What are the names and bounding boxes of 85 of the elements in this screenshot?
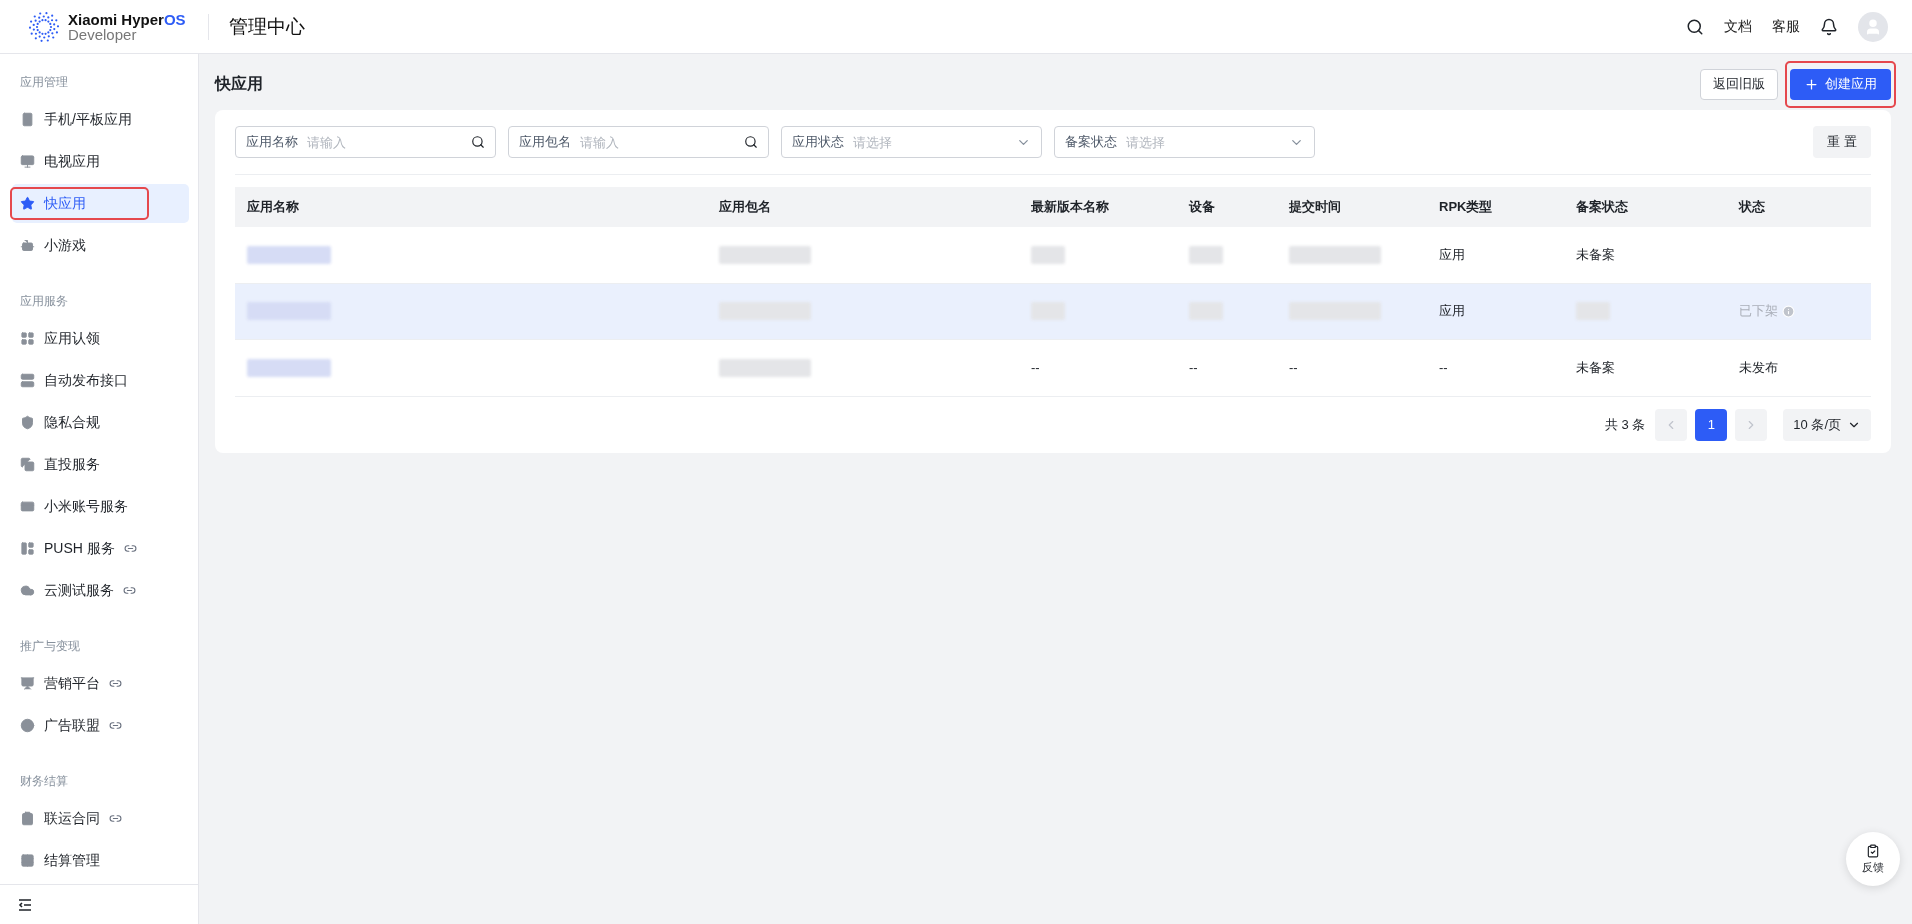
column-header: 提交时间 [1289,198,1342,216]
header-link[interactable]: 文档 [1724,17,1752,36]
search-icon [471,135,485,149]
search-filter[interactable]: 应用包名 请输入 [508,126,769,158]
sidebar-item[interactable]: 营销平台 [12,664,189,703]
feedback-button[interactable]: 反馈 [1846,832,1900,886]
column-header: 最新版本名称 [1031,198,1110,216]
sidebar-group-label: 应用服务 [19,294,69,309]
page-size-select[interactable]: 10 条/页 [1783,408,1871,441]
table-row[interactable]: 应用 已下架 [235,283,1871,340]
header-title: 管理中心 [228,14,305,39]
table-cell-text: 未备案 [1576,358,1616,377]
column-header: 设备 [1189,198,1216,216]
sidebar-item-icon [20,718,35,733]
table-cell-text: 未发布 [1739,358,1779,377]
table-cell-text: -- [1189,360,1199,376]
sidebar-item[interactable]: 自动发布接口 [12,361,189,400]
table-cell: 已下架 [1739,302,1778,321]
table-cell-text: 未备案 [1576,245,1616,264]
column-header: 应用包名 [719,198,772,216]
sidebar-item-icon [20,811,35,826]
sidebar-item-icon [20,499,35,514]
sidebar-item-icon [20,238,35,253]
sidebar-item-icon [20,154,35,169]
sidebar-item-icon [20,457,35,472]
sidebar-item[interactable]: 广告联盟 [12,706,189,745]
sidebar-item-icon [20,415,35,430]
old-version-button[interactable]: 返回旧版 [1700,68,1778,100]
sidebar-item[interactable]: 云测试服务 [12,571,189,610]
create-app-button[interactable]: 创建应用 [1790,68,1891,100]
sidebar-item[interactable]: 联运合同 [12,799,189,838]
table-cell-text: -- [1289,360,1299,376]
filter-label: 备案状态 [1065,133,1117,151]
table-cell-text: -- [1439,360,1449,376]
column-header: 应用名称 [247,198,300,216]
logo-subtitle: Developer [68,26,137,42]
page-title: 快应用 [215,73,263,94]
sidebar-item[interactable]: 快应用 [12,184,189,223]
sidebar-group-label: 财务结算 [19,774,69,789]
logo-title: Xiaomi HyperOS [68,11,186,27]
search-filter[interactable]: 应用名称 请输入 [235,126,496,158]
table-cell-text: 应用 [1439,245,1466,264]
sidebar-item[interactable]: 隐私合规 [12,403,189,442]
select-filter[interactable]: 备案状态 请选择 [1054,126,1315,158]
sidebar-item-icon [20,373,35,388]
collapse-sidebar-icon[interactable] [18,898,32,911]
blurred-text [1031,245,1065,264]
notification-bell-icon[interactable] [1820,17,1838,36]
sidebar-group-label: 应用管理 [19,75,69,90]
sidebar-item[interactable]: 小游戏 [12,226,189,265]
search-icon[interactable] [1686,17,1704,36]
table-cell-text: -- [1031,360,1041,376]
sidebar-item-icon [20,853,35,868]
select-filter[interactable]: 应用状态 请选择 [781,126,1042,158]
reset-button[interactable]: 重 置 [1813,126,1871,158]
filter-label: 应用状态 [792,133,844,151]
sidebar-group-label: 推广与变现 [19,639,81,654]
blurred-text [1189,245,1223,264]
table-cell-text: 应用 [1439,302,1466,321]
sidebar-item-icon [20,676,35,691]
page-button[interactable]: 1 [1695,408,1728,441]
sidebar-item-icon [20,583,35,598]
filter-label: 应用名称 [246,133,298,151]
column-header: 状态 [1739,198,1766,216]
header-link[interactable]: 客服 [1772,17,1800,36]
sidebar-item[interactable]: PUSH 服务 [12,529,189,568]
plus-icon [1804,76,1819,92]
sidebar-item-icon [20,112,35,127]
sidebar-item[interactable]: 结算管理 [12,841,189,880]
sidebar-item[interactable]: 应用认领 [12,319,189,358]
column-header: 备案状态 [1576,198,1629,216]
clipboard-icon [1866,843,1880,858]
sidebar-item-icon [20,331,35,346]
sidebar-item-icon [20,196,35,211]
sidebar-item[interactable]: 手机/平板应用 [12,100,189,139]
filter-label: 应用包名 [519,133,571,151]
sidebar-item[interactable]: 小米账号服务 [12,487,189,526]
sidebar-item-icon [20,541,35,556]
sidebar-item[interactable]: 直投服务 [12,445,189,484]
column-header: RPK类型 [1439,198,1494,216]
sidebar-item[interactable]: 电视应用 [12,142,189,181]
info-icon [1782,304,1795,318]
search-icon [744,135,758,149]
logo-icon [28,10,60,43]
total-count: 共 3 条 [1604,415,1646,434]
